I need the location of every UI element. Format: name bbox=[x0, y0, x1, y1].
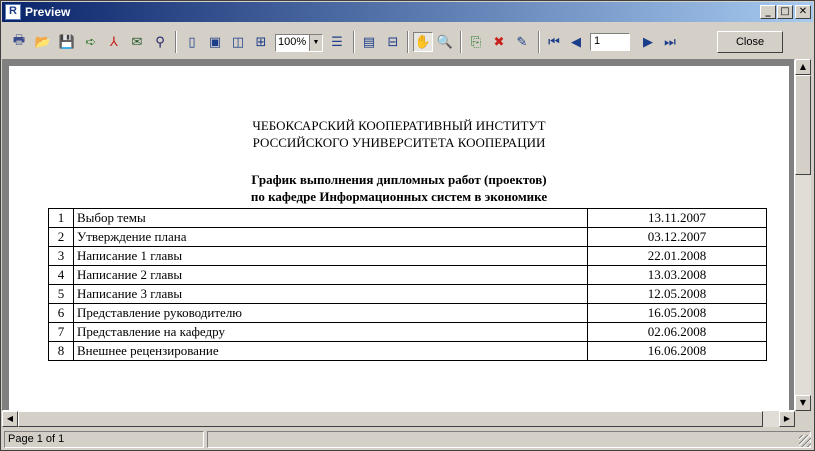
export-icon[interactable]: ➪ bbox=[81, 32, 101, 52]
schedule-title-line1: График выполнения дипломных работ (проек… bbox=[251, 172, 547, 187]
save-icon[interactable]: 💾 bbox=[57, 32, 77, 52]
thumbnails-icon[interactable]: ⊟ bbox=[383, 32, 403, 52]
vertical-scrollbar[interactable]: ▲ ▼ bbox=[795, 59, 811, 411]
zoom-select[interactable]: 100% ▼ bbox=[275, 34, 323, 52]
table-row: 4 Написание 2 главы 13.03.2008 bbox=[48, 265, 767, 285]
task-cell: Представление на кафедру bbox=[73, 322, 588, 342]
schedule-title-line2: по кафедре Информационных систем в эконо… bbox=[250, 189, 548, 204]
first-page-icon[interactable]: ⏮ bbox=[544, 32, 564, 52]
task-cell: Утверждение плана bbox=[73, 227, 588, 247]
toolbar: 🖶 📂 💾 ➪ ⅄ ✉ ⚲ ▯ ▣ ◫ ⊞ 100% ▼ ☰ ▤ ⊟ ✋ 🔍 ⎘… bbox=[2, 23, 813, 59]
report-app-icon bbox=[5, 4, 21, 20]
email-icon[interactable]: ✉ bbox=[127, 32, 147, 52]
open-icon[interactable]: 📂 bbox=[33, 32, 53, 52]
preview-window: Preview _ □ ✕ 🖶 📂 💾 ➪ ⅄ ✉ ⚲ ▯ ▣ ◫ ⊞ 100%… bbox=[0, 0, 815, 451]
preview-area[interactable]: ЧЕБОКСАРСКИЙ КООПЕРАТИВНЫЙ ИНСТИТУТ РОСС… bbox=[2, 59, 795, 411]
task-cell: Написание 3 главы bbox=[73, 284, 588, 304]
horizontal-scrollbar[interactable]: ◀ ▶ bbox=[2, 411, 795, 427]
table-row: 7 Представление на кафедру 02.06.2008 bbox=[48, 322, 767, 342]
row-number: 8 bbox=[48, 341, 74, 361]
task-cell: Выбор темы bbox=[73, 208, 588, 228]
institute-name-line2: РОССИЙСКОГО УНИВЕРСИТЕТА КООПЕРАЦИИ bbox=[252, 135, 546, 150]
institute-name-line1: ЧЕБОКСАРСКИЙ КООПЕРАТИВНЫЙ ИНСТИТУТ bbox=[252, 118, 546, 133]
scroll-left-icon[interactable]: ◀ bbox=[2, 411, 18, 427]
page-setup-icon[interactable]: ▤ bbox=[359, 32, 379, 52]
hand-tool-icon[interactable]: ✋ bbox=[413, 32, 433, 52]
vertical-scroll-thumb[interactable] bbox=[795, 75, 811, 175]
outline-icon[interactable]: ☰ bbox=[327, 32, 347, 52]
table-row: 5 Написание 3 главы 12.05.2008 bbox=[48, 284, 767, 304]
task-cell: Представление руководителю bbox=[73, 303, 588, 323]
maximize-button[interactable]: □ bbox=[777, 5, 793, 19]
scroll-down-icon[interactable]: ▼ bbox=[795, 395, 811, 411]
status-bar: Page 1 of 1 bbox=[2, 429, 813, 449]
zoom-value: 100% bbox=[278, 36, 307, 48]
scroll-right-icon[interactable]: ▶ bbox=[779, 411, 795, 427]
toolbar-separator bbox=[353, 31, 355, 53]
find-icon[interactable]: ⚲ bbox=[150, 32, 170, 52]
date-cell: 12.05.2008 bbox=[587, 284, 767, 304]
close-window-button[interactable]: ✕ bbox=[795, 5, 811, 19]
add-page-icon[interactable]: ⎘ bbox=[466, 32, 486, 52]
prev-page-icon[interactable]: ◀ bbox=[566, 32, 586, 52]
report-page: ЧЕБОКСАРСКИЙ КООПЕРАТИВНЫЙ ИНСТИТУТ РОСС… bbox=[9, 66, 789, 410]
window-title: Preview bbox=[25, 5, 71, 19]
resize-grip-icon[interactable] bbox=[799, 435, 811, 447]
scrollbar-corner bbox=[795, 411, 811, 427]
row-number: 7 bbox=[48, 322, 74, 342]
schedule-table: 1 Выбор темы 13.11.2007 2 Утверждение плана 0… bbox=[48, 208, 767, 361]
magnifier-icon[interactable]: 🔍 bbox=[435, 32, 455, 52]
date-cell: 16.06.2008 bbox=[587, 341, 767, 361]
last-page-icon[interactable]: ⏭ bbox=[660, 32, 680, 52]
next-page-icon[interactable]: ▶ bbox=[638, 32, 658, 52]
table-row: 8 Внешнее рецензирование 16.06.2008 bbox=[48, 341, 767, 361]
four-pages-icon[interactable]: ⊞ bbox=[251, 32, 271, 52]
print-icon[interactable]: 🖶 bbox=[9, 32, 29, 52]
date-cell: 22.01.2008 bbox=[587, 246, 767, 266]
close-button[interactable]: Close bbox=[717, 31, 783, 53]
page-info-status: Page 1 of 1 bbox=[4, 431, 204, 448]
toolbar-separator bbox=[407, 31, 409, 53]
date-cell: 13.03.2008 bbox=[587, 265, 767, 285]
chevron-down-icon[interactable]: ▼ bbox=[309, 35, 322, 51]
edit-page-icon[interactable]: ✎ bbox=[512, 32, 532, 52]
task-cell: Написание 2 главы bbox=[73, 265, 588, 285]
table-row: 2 Утверждение плана 03.12.2007 bbox=[48, 227, 767, 247]
table-row: 1 Выбор темы 13.11.2007 bbox=[48, 208, 767, 228]
toolbar-separator bbox=[175, 31, 177, 53]
row-number: 6 bbox=[48, 303, 74, 323]
scroll-up-icon[interactable]: ▲ bbox=[795, 59, 811, 75]
title-bar[interactable]: Preview _ □ ✕ bbox=[2, 2, 813, 22]
task-cell: Внешнее рецензирование bbox=[73, 341, 588, 361]
row-number: 2 bbox=[48, 227, 74, 247]
delete-page-icon[interactable]: ✖ bbox=[489, 32, 509, 52]
date-cell: 03.12.2007 bbox=[587, 227, 767, 247]
status-pane-empty bbox=[207, 431, 811, 448]
row-number: 5 bbox=[48, 284, 74, 304]
page-number-input[interactable]: 1 bbox=[590, 33, 630, 51]
minimize-button[interactable]: _ bbox=[760, 5, 776, 19]
row-number: 3 bbox=[48, 246, 74, 266]
two-pages-icon[interactable]: ◫ bbox=[228, 32, 248, 52]
date-cell: 02.06.2008 bbox=[587, 322, 767, 342]
row-number: 1 bbox=[48, 208, 74, 228]
toolbar-separator bbox=[538, 31, 540, 53]
table-row: 6 Представление руководителю 16.05.2008 bbox=[48, 303, 767, 323]
pdf-icon[interactable]: ⅄ bbox=[104, 32, 124, 52]
horizontal-scroll-thumb[interactable] bbox=[18, 411, 763, 427]
date-cell: 16.05.2008 bbox=[587, 303, 767, 323]
toolbar-separator bbox=[460, 31, 462, 53]
task-cell: Написание 1 главы bbox=[73, 246, 588, 266]
one-page-icon[interactable]: ▯ bbox=[182, 32, 202, 52]
table-row: 3 Написание 1 главы 22.01.2008 bbox=[48, 246, 767, 266]
date-cell: 13.11.2007 bbox=[587, 208, 767, 228]
page-width-icon[interactable]: ▣ bbox=[205, 32, 225, 52]
row-number: 4 bbox=[48, 265, 74, 285]
